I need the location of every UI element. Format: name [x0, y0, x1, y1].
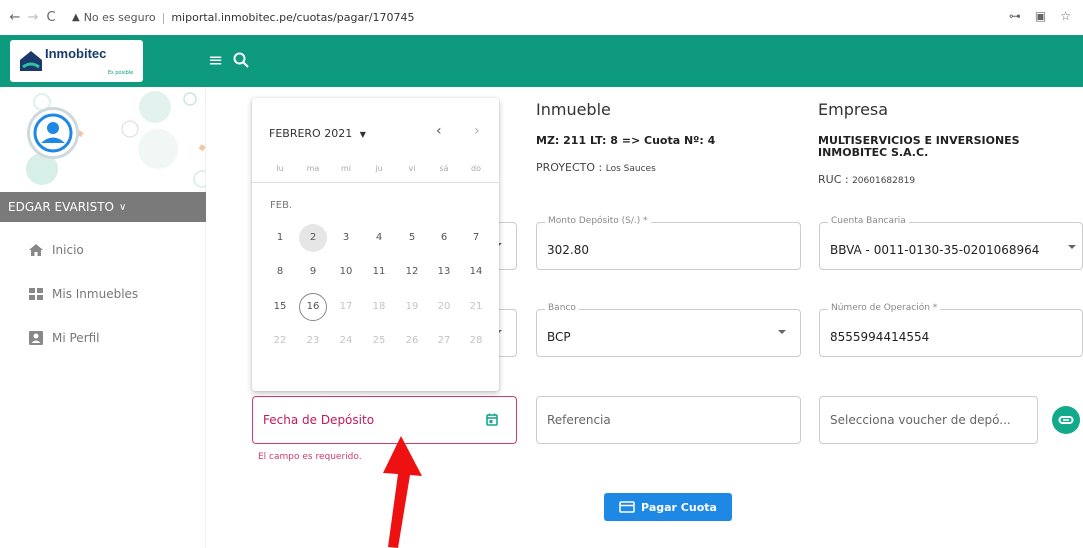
logo[interactable]: Inmobitec Es posible: [10, 40, 143, 82]
warning-icon: ▲: [72, 12, 80, 23]
translate-icon[interactable]: ▣: [1035, 9, 1046, 23]
reload-icon[interactable]: C: [42, 10, 60, 25]
numero-operacion-field[interactable]: Número de Operación * 8555994414554: [819, 303, 1083, 357]
sidebar-item-inicio[interactable]: Inicio: [0, 233, 206, 267]
month-year-selector[interactable]: FEBRERO 2021 ▼: [269, 127, 366, 140]
chevron-down-icon: ∨: [118, 201, 127, 213]
weekday-label: lu: [276, 164, 284, 173]
calendar-day[interactable]: 12: [398, 258, 426, 286]
calendar-day[interactable]: 3: [332, 224, 360, 252]
chevron-down-icon: [1068, 245, 1076, 249]
empresa-name-2: INMOBITEC S.A.C.: [818, 146, 929, 159]
inmueble-lote: MZ: 211 LT: 8 => Cuota Nº: 4: [536, 134, 716, 147]
calendar-day: 28: [469, 335, 483, 346]
grid-icon: [29, 288, 43, 300]
calendar-day: 27: [437, 335, 451, 346]
proyecto-line: PROYECTO : Los Sauces: [536, 161, 656, 174]
weekday-label: do: [471, 164, 481, 173]
pagar-cuota-button[interactable]: Pagar Cuota: [604, 493, 732, 521]
weekday-label: ju: [375, 164, 383, 173]
calendar-day[interactable]: 11: [365, 258, 393, 286]
app-header: Inmobitec Es posible ≡: [0, 35, 1083, 87]
empresa-title: Empresa: [818, 100, 889, 119]
month-label: FEB.: [270, 200, 293, 211]
search-icon[interactable]: [232, 51, 250, 69]
star-icon[interactable]: ☆: [1060, 9, 1071, 23]
inmueble-title: Inmueble: [536, 100, 611, 119]
banco-select[interactable]: Banco BCP: [536, 303, 801, 357]
calendar-day[interactable]: 7: [462, 224, 490, 252]
paperclip-icon: [1058, 416, 1074, 424]
key-icon[interactable]: ⊶: [1009, 9, 1021, 23]
calendar-day: 24: [339, 335, 353, 346]
calendar-day[interactable]: 14: [462, 258, 490, 286]
date-picker-popup: FEBRERO 2021 ▼ ‹ › lu ma mi ju vi sá do FEB. 1…: [252, 98, 499, 391]
browser-toolbar: ← → C ▲ No es seguro | miportal.inmobite…: [0, 0, 1083, 35]
fecha-error-message: El campo es requerido.: [258, 452, 362, 462]
calendar-day[interactable]: 2: [299, 224, 327, 252]
calendar-day[interactable]: 13: [430, 258, 458, 286]
user-name: EDGAR EVARISTO: [8, 200, 114, 214]
calendar-day: 25: [372, 335, 386, 346]
attach-voucher-button[interactable]: [1052, 406, 1080, 434]
calendar-day[interactable]: 15: [266, 293, 294, 321]
weekday-label: ma: [306, 164, 320, 173]
profile-icon: [29, 331, 43, 345]
security-label: No es seguro: [83, 11, 156, 24]
caret-down-icon: ▼: [359, 130, 366, 139]
calendar-day[interactable]: 10: [332, 258, 360, 286]
annotation-arrow: [383, 436, 422, 548]
calendar-day[interactable]: 1: [266, 224, 294, 252]
calendar-day: 19: [405, 301, 419, 312]
calendar-day[interactable]: 5: [398, 224, 426, 252]
hamburger-menu-icon[interactable]: ≡: [208, 52, 223, 70]
voucher-file-input[interactable]: Selecciona voucher de depó...: [819, 396, 1038, 444]
sidebar: EDGAR EVARISTO ∨ Inicio Mis Inmuebles Mi…: [0, 87, 206, 548]
chevron-down-icon: [778, 330, 786, 334]
sidebar-item-mis-inmuebles[interactable]: Mis Inmuebles: [0, 277, 206, 311]
credit-card-icon: [619, 501, 635, 513]
calendar-day: 22: [273, 335, 287, 346]
cuenta-bancaria-select[interactable]: Cuenta Bancaria BBVA - 0011-0130-35-0201…: [819, 216, 1083, 270]
address-bar[interactable]: ▲ No es seguro | miportal.inmobitec.pe/c…: [72, 6, 414, 30]
calendar-day[interactable]: 9: [299, 258, 327, 286]
calendar-day: 23: [306, 335, 320, 346]
user-icon: [33, 113, 73, 153]
home-icon: [29, 244, 43, 256]
calendar-day: 18: [372, 301, 386, 312]
forward-arrow-icon[interactable]: →: [24, 10, 42, 25]
logo-tagline: Es posible: [108, 70, 134, 76]
calendar-day[interactable]: 4: [365, 224, 393, 252]
calendar-day[interactable]: 8: [266, 258, 294, 286]
logo-name: Inmobitec: [45, 46, 107, 61]
calendar-day: 26: [405, 335, 419, 346]
weekday-label: sá: [439, 164, 449, 173]
avatar[interactable]: [27, 107, 79, 159]
weekday-label: vi: [408, 164, 416, 173]
referencia-field[interactable]: Referencia: [536, 396, 801, 444]
calendar-day: 21: [469, 301, 483, 312]
sidebar-item-mi-perfil[interactable]: Mi Perfil: [0, 321, 206, 355]
user-menu[interactable]: EDGAR EVARISTO ∨: [0, 192, 206, 222]
calendar-icon[interactable]: [486, 413, 498, 426]
calendar-day[interactable]: 6: [430, 224, 458, 252]
weekday-label: mi: [340, 164, 351, 173]
back-arrow-icon[interactable]: ←: [6, 10, 24, 25]
ruc-line: RUC : 20601682819: [818, 173, 916, 186]
calendar-day: 20: [437, 301, 451, 312]
url-text: miportal.inmobitec.pe/cuotas/pagar/17074…: [171, 11, 415, 24]
calendar-day: 17: [339, 301, 353, 312]
house-logo-icon: [20, 51, 42, 71]
monto-field[interactable]: Monto Depósito (S/.) * 302.80: [536, 216, 801, 270]
next-month-icon[interactable]: ›: [474, 123, 480, 139]
previous-month-icon[interactable]: ‹: [436, 123, 442, 139]
calendar-day[interactable]: 16: [299, 293, 327, 321]
